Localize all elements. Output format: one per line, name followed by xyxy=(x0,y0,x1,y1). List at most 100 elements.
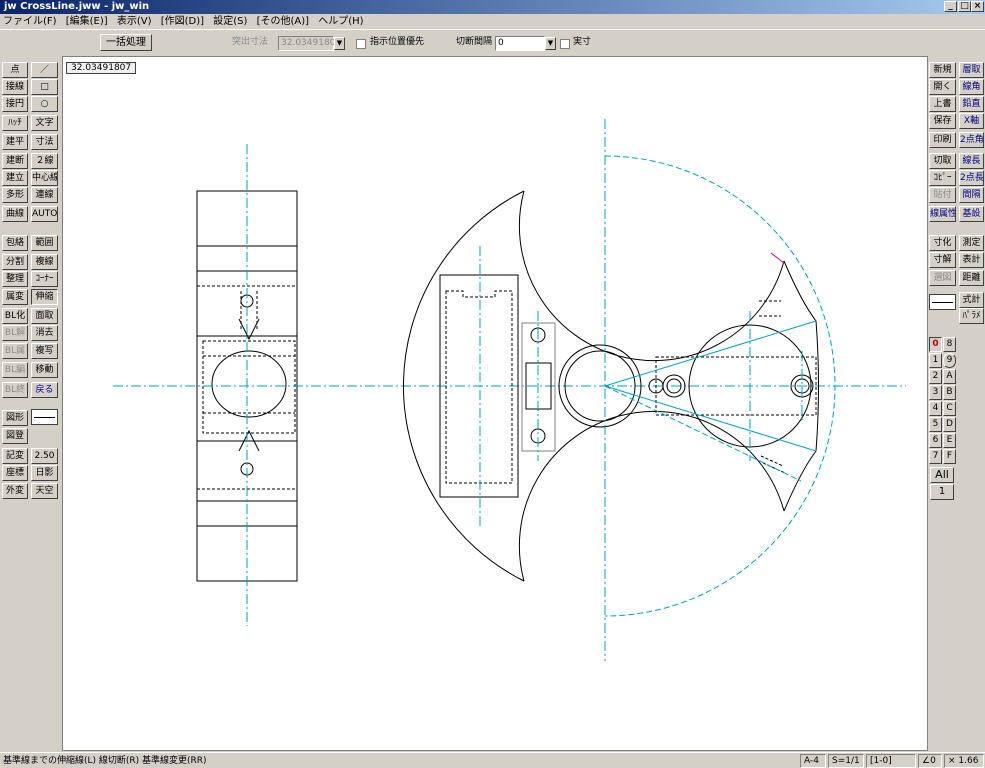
tool-16-b[interactable]: 移動 xyxy=(31,362,58,378)
tool-17-a[interactable]: BL終 xyxy=(2,382,28,398)
angle-readout[interactable]: ∠0 xyxy=(918,754,942,768)
layer-6[interactable]: 6 xyxy=(929,433,942,448)
measure-tool-7[interactable]: 間隔 xyxy=(959,187,984,203)
layer-F[interactable]: F xyxy=(943,449,956,464)
tool-7-a[interactable]: 多形 xyxy=(2,187,28,203)
tool-6-a[interactable]: 建立 xyxy=(2,170,28,186)
measure-tool-5[interactable]: 線長 xyxy=(959,153,984,169)
layer-all-button[interactable]: All xyxy=(930,467,954,483)
tool-20-b[interactable]: 2.50 xyxy=(31,448,58,464)
maximize-button[interactable]: □ xyxy=(958,1,971,12)
file-tool-7[interactable]: 貼付 xyxy=(929,187,956,203)
protrusion-dropdown-arrow[interactable]: ▼ xyxy=(334,37,345,50)
tool-4-a[interactable]: 建平 xyxy=(2,134,28,150)
measure-tool-11[interactable]: 距離 xyxy=(959,270,984,286)
tool-2-a[interactable]: 接円 xyxy=(2,96,28,112)
cut-gap-input[interactable]: 0 xyxy=(495,36,545,51)
tool-10-b[interactable]: 複線 xyxy=(31,254,58,270)
measure-tool-10[interactable]: 表計 xyxy=(959,252,984,268)
tool-0-a[interactable]: 点 xyxy=(2,62,28,78)
measure-tool-3[interactable]: X軸 xyxy=(959,113,984,129)
file-tool-4[interactable]: 印刷 xyxy=(929,132,956,148)
tool-8-a[interactable]: 曲線 xyxy=(2,206,28,222)
file-tool-0[interactable]: 新規 xyxy=(929,62,956,78)
measure-tool-13[interactable]: ﾊﾟﾗﾒ xyxy=(959,308,984,324)
layer-group-button[interactable]: 1 xyxy=(930,484,954,500)
menu-help[interactable]: ヘルプ(H) xyxy=(315,14,366,29)
tool-12-a[interactable]: 属変 xyxy=(2,289,28,305)
file-tool-1[interactable]: 開く xyxy=(929,79,956,95)
tool-8-b[interactable]: AUTO xyxy=(31,206,58,222)
tool-13-b[interactable]: 面取 xyxy=(31,308,58,324)
tool-13-a[interactable]: BL化 xyxy=(2,308,28,324)
tool-3-b[interactable]: 文字 xyxy=(31,115,58,131)
tool-6-b[interactable]: 中心線 xyxy=(31,170,58,186)
layer-2[interactable]: 2 xyxy=(929,369,942,384)
protrusion-input[interactable]: 32.03491807 xyxy=(278,36,341,51)
tool-14-a[interactable]: BL解 xyxy=(2,325,28,341)
point-priority-checkbox[interactable] xyxy=(356,39,366,49)
measure-tool-12[interactable]: 式計 xyxy=(959,292,984,308)
tool-1-b[interactable]: □ xyxy=(31,79,58,95)
layer-8[interactable]: 8 xyxy=(943,337,956,352)
tool-10-a[interactable]: 分割 xyxy=(2,254,28,270)
menu-file[interactable]: ファイル(F) xyxy=(0,14,60,29)
measure-tool-0[interactable]: 層取 xyxy=(959,62,984,78)
tool-16-a[interactable]: BL編 xyxy=(2,362,28,378)
line-style-sample[interactable] xyxy=(929,294,956,310)
tool-21-a[interactable]: 座標 xyxy=(2,465,28,481)
zoom-readout[interactable]: × 1.66 xyxy=(944,754,984,768)
file-tool-6[interactable]: ｺﾋﾟｰ xyxy=(929,170,956,186)
tool-7-b[interactable]: 連線 xyxy=(31,187,58,203)
layer-group-readout[interactable]: [1-0] xyxy=(866,754,916,768)
minimize-button[interactable]: _ xyxy=(944,1,957,12)
tool-5-a[interactable]: 建断 xyxy=(2,153,28,169)
tool-11-b[interactable]: ｺｰﾅｰ xyxy=(31,271,58,287)
layer-E[interactable]: E xyxy=(943,433,956,448)
file-tool-11[interactable]: 選図 xyxy=(929,270,956,286)
batch-process-button[interactable]: 一括処理 xyxy=(100,34,152,51)
layer-D[interactable]: D xyxy=(943,417,956,432)
tool-21-b[interactable]: 日影 xyxy=(31,465,58,481)
file-tool-9[interactable]: 寸化 xyxy=(929,235,956,251)
file-tool-10[interactable]: 寸解 xyxy=(929,252,956,268)
layer-0[interactable]: 0 xyxy=(929,337,942,352)
tool-20-a[interactable]: 記変 xyxy=(2,448,28,464)
measure-tool-2[interactable]: 鉛直 xyxy=(959,96,984,112)
layer-4[interactable]: 4 xyxy=(929,401,942,416)
tool-19-a[interactable]: 図登 xyxy=(2,428,28,444)
tool-18-a[interactable]: 図形 xyxy=(2,410,28,426)
tool-2-b[interactable]: ○ xyxy=(31,96,58,112)
tool-11-a[interactable]: 整理 xyxy=(2,271,28,287)
cut-gap-dropdown-arrow[interactable]: ▼ xyxy=(545,37,556,50)
measure-tool-8[interactable]: 基設 xyxy=(959,206,984,222)
menu-view[interactable]: 表示(V) xyxy=(114,14,155,29)
tool-17-b[interactable]: 戻る xyxy=(31,382,58,398)
layer-A[interactable]: A xyxy=(943,369,956,384)
tool-3-a[interactable]: ﾊｯﾁ xyxy=(2,115,28,131)
file-tool-2[interactable]: 上書 xyxy=(929,96,956,112)
tool-14-b[interactable]: 消去 xyxy=(31,325,58,341)
tool-12-b[interactable]: 伸縮 xyxy=(31,289,58,305)
file-tool-5[interactable]: 切取 xyxy=(929,153,956,169)
tool-15-a[interactable]: BL属 xyxy=(2,343,28,359)
layer-B[interactable]: B xyxy=(943,385,956,400)
tool-15-b[interactable]: 複写 xyxy=(31,343,58,359)
layer-5[interactable]: 5 xyxy=(929,417,942,432)
scale-readout[interactable]: S=1/1 xyxy=(828,754,864,768)
file-tool-3[interactable]: 保存 xyxy=(929,113,956,129)
tool-22-a[interactable]: 外変 xyxy=(2,483,28,499)
layer-3[interactable]: 3 xyxy=(929,385,942,400)
measure-tool-4[interactable]: 2点角 xyxy=(959,132,984,148)
file-tool-8[interactable]: 線属性 xyxy=(929,206,956,222)
paper-size[interactable]: A-4 xyxy=(800,754,826,768)
menu-settings[interactable]: 設定(S) xyxy=(210,14,250,29)
drawing-canvas[interactable] xyxy=(62,56,928,751)
layer-7[interactable]: 7 xyxy=(929,449,942,464)
measure-tool-9[interactable]: 測定 xyxy=(959,235,984,251)
tool-0-b[interactable]: ／ xyxy=(31,62,58,78)
tool-1-a[interactable]: 接線 xyxy=(2,79,28,95)
close-button[interactable]: × xyxy=(971,1,984,12)
measure-tool-6[interactable]: 2点長 xyxy=(959,170,984,186)
actual-size-checkbox[interactable] xyxy=(560,39,570,49)
